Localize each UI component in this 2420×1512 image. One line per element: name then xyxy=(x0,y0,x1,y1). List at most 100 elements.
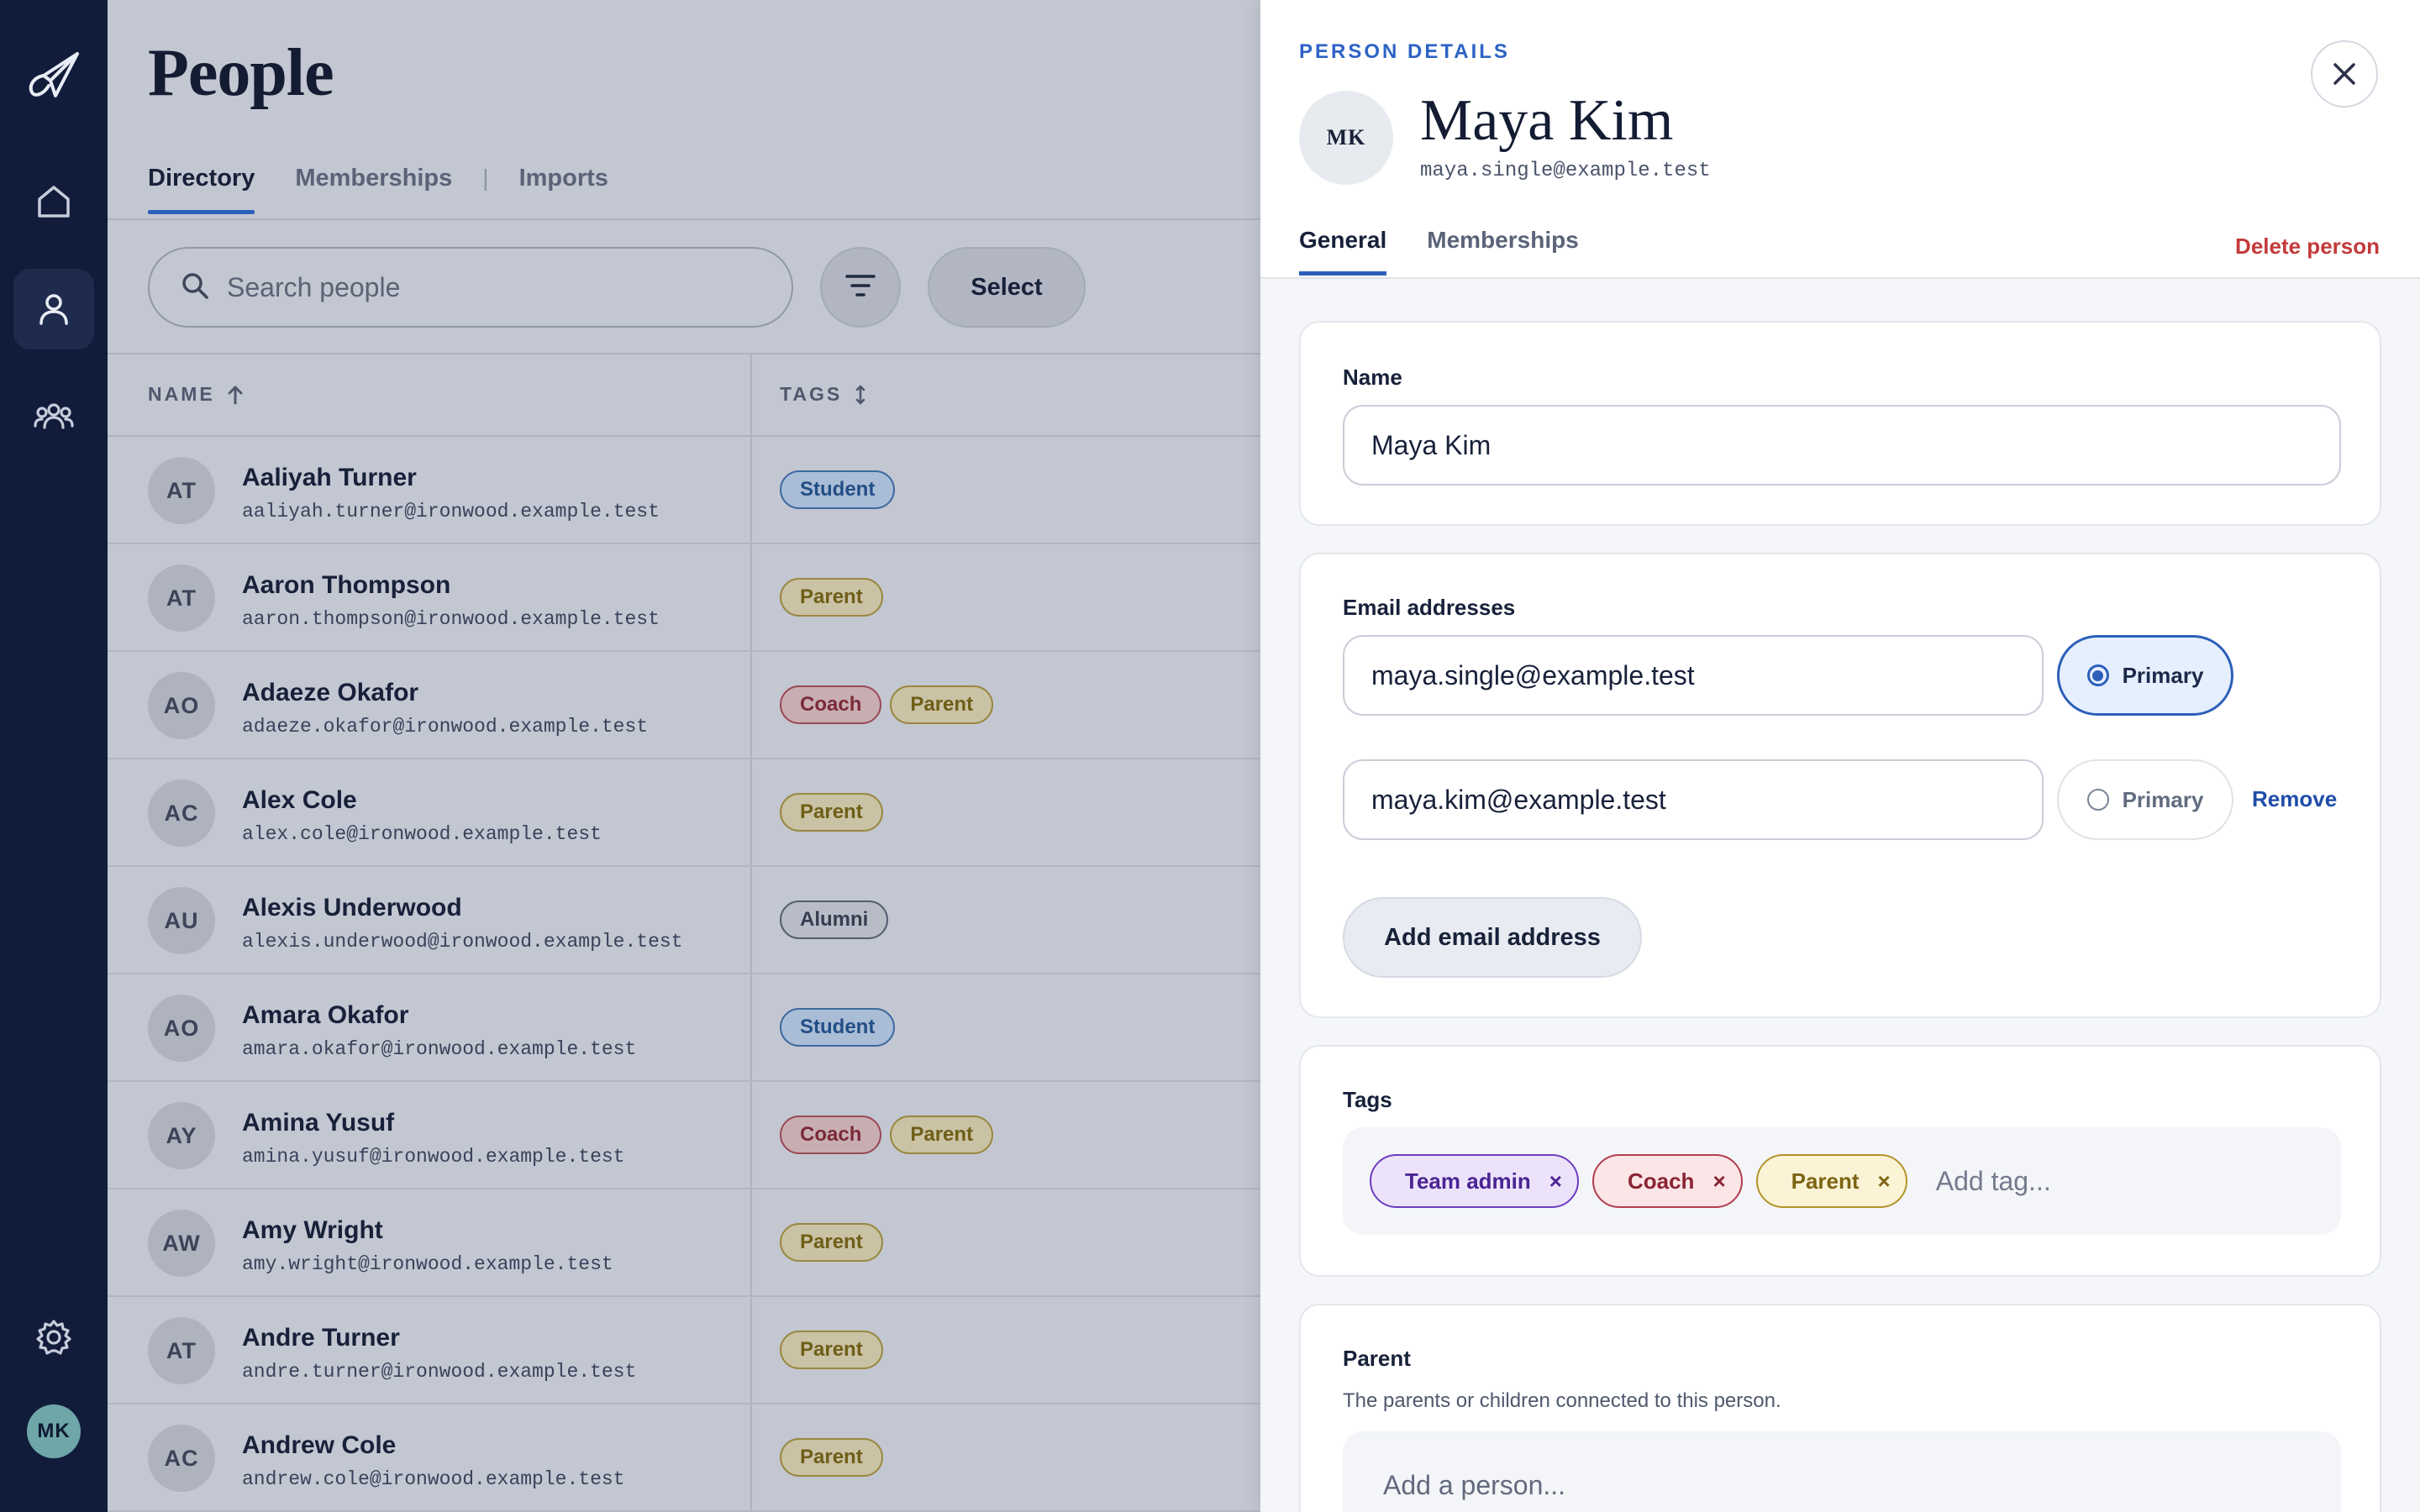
tag-list: Parent xyxy=(780,1438,883,1477)
tag-badge: Parent xyxy=(780,1438,883,1477)
drawer-tab-memberships[interactable]: Memberships xyxy=(1427,227,1579,274)
avatar: AO xyxy=(148,672,215,739)
paper-plane-logo[interactable] xyxy=(25,47,82,104)
tag-list: Alumni xyxy=(780,900,889,939)
filter-button[interactable] xyxy=(820,247,901,328)
select-button[interactable]: Select xyxy=(928,247,1086,328)
person-email: alexis.underwood@ironwood.example.test xyxy=(242,931,683,953)
tag-chip-label: Team admin xyxy=(1405,1168,1531,1194)
table-row[interactable]: AY Amina Yusuf amina.yusuf@ironwood.exampl… xyxy=(108,1082,1260,1189)
gear-icon[interactable] xyxy=(13,1297,94,1378)
tag-badge: Parent xyxy=(890,685,994,724)
person-email: aaliyah.turner@ironwood.example.test xyxy=(242,501,660,522)
email-card: Email addresses maya.single@example.test… xyxy=(1299,553,2381,1018)
tag-list: Coach Parent xyxy=(780,685,994,724)
tabs-divider xyxy=(108,218,1260,220)
table-row[interactable]: AC Andrew Cole andrew.cole@ironwood.exampl… xyxy=(108,1404,1260,1512)
add-email-button[interactable]: Add email address xyxy=(1343,897,1642,978)
tag-badge: Coach xyxy=(780,685,882,724)
tag-badge: Parent xyxy=(780,1223,883,1262)
add-person-input[interactable]: Add a person... xyxy=(1343,1431,2341,1512)
close-icon xyxy=(2333,63,2355,85)
person-email: alex.cole@ironwood.example.test xyxy=(242,823,602,845)
home-icon[interactable] xyxy=(13,161,94,242)
person-name: Adaeze Okafor xyxy=(242,679,419,706)
tag-list: Parent xyxy=(780,1223,883,1262)
avatar: AT xyxy=(148,457,215,524)
column-header-tags[interactable]: TAGS xyxy=(780,383,867,406)
table-row[interactable]: AO Amara Okafor amara.okafor@ironwood.exam… xyxy=(108,974,1260,1082)
drawer-eyebrow: PERSON DETAILS xyxy=(1299,40,1510,63)
page-title: People xyxy=(148,36,334,110)
person-email: amy.wright@ironwood.example.test xyxy=(242,1253,613,1275)
avatar: AU xyxy=(148,887,215,954)
table-row[interactable]: AW Amy Wright amy.wright@ironwood.example.… xyxy=(108,1189,1260,1297)
tag-badge: Student xyxy=(780,1008,896,1047)
email-field-2[interactable]: maya.kim@example.test xyxy=(1343,759,2044,840)
tag-badge: Parent xyxy=(780,578,883,617)
tag-chip-label: Parent xyxy=(1791,1168,1860,1194)
parent-card: Parent The parents or children connected… xyxy=(1299,1304,2381,1512)
tab-memberships[interactable]: Memberships xyxy=(295,165,452,214)
tag-badge: Coach xyxy=(780,1116,882,1154)
group-icon[interactable] xyxy=(13,376,94,457)
person-name: Aaliyah Turner xyxy=(242,464,417,491)
person-avatar: MK xyxy=(1299,91,1393,185)
person-email: andre.turner@ironwood.example.test xyxy=(242,1361,637,1383)
close-button[interactable] xyxy=(2311,40,2378,108)
search-input[interactable]: Search people xyxy=(148,247,793,328)
person-email: amina.yusuf@ironwood.example.test xyxy=(242,1146,625,1168)
tag-list: Coach Parent xyxy=(780,1116,994,1154)
column-header-name[interactable]: NAME xyxy=(148,383,244,406)
avatar: AY xyxy=(148,1102,215,1169)
people-directory: People Directory Memberships | Imports S… xyxy=(108,0,1260,1512)
table-row[interactable]: AU Alexis Underwood alexis.underwood@ironw… xyxy=(108,867,1260,974)
tag-chip-parent: Parent × xyxy=(1755,1154,1907,1208)
person-icon[interactable] xyxy=(13,269,94,349)
tab-separator: | xyxy=(482,165,489,191)
remove-tag-icon[interactable]: × xyxy=(1549,1168,1562,1194)
avatar: AW xyxy=(148,1210,215,1277)
tag-badge: Alumni xyxy=(780,900,889,939)
avatar: AT xyxy=(148,1317,215,1384)
table-row[interactable]: AT Aaliyah Turner aaliyah.turner@ironwood.… xyxy=(108,437,1260,544)
primary-radio-1[interactable]: Primary xyxy=(2057,635,2233,716)
table-row[interactable]: AT Aaron Thompson aaron.thompson@ironwood.… xyxy=(108,544,1260,652)
tag-list: Parent xyxy=(780,1331,883,1369)
tag-badge: Parent xyxy=(780,1331,883,1369)
table-row[interactable]: AO Adaeze Okafor adaeze.okafor@ironwood.ex… xyxy=(108,652,1260,759)
tab-directory[interactable]: Directory xyxy=(148,165,255,214)
remove-tag-icon[interactable]: × xyxy=(1878,1168,1891,1194)
person-name: Amina Yusuf xyxy=(242,1109,395,1137)
person-email: adaeze.okafor@ironwood.example.test xyxy=(242,716,649,738)
name-label: Name xyxy=(1343,365,1402,390)
person-name: Aaron Thompson xyxy=(242,571,451,599)
name-field[interactable]: Maya Kim xyxy=(1343,405,2341,486)
table-row[interactable]: AT Andre Turner andre.turner@ironwood.exam… xyxy=(108,1297,1260,1404)
person-email: amara.okafor@ironwood.example.test xyxy=(242,1038,637,1060)
tag-badge: Parent xyxy=(890,1116,994,1154)
search-placeholder: Search people xyxy=(227,271,401,302)
name-card: Name Maya Kim xyxy=(1299,321,2381,526)
delete-person-button[interactable]: Delete person xyxy=(2235,234,2380,260)
drawer-header: PERSON DETAILS MK Maya Kim maya.single@e… xyxy=(1260,0,2420,279)
tags-label: Tags xyxy=(1343,1087,1392,1112)
person-email: aaron.thompson@ironwood.example.test xyxy=(242,608,660,630)
remove-email-button[interactable]: Remove xyxy=(2252,786,2337,812)
remove-tag-icon[interactable]: × xyxy=(1712,1168,1725,1194)
table-row[interactable]: AC Alex Cole alex.cole@ironwood.example.te… xyxy=(108,759,1260,867)
drawer-tab-general[interactable]: General xyxy=(1299,227,1387,276)
add-tag-placeholder[interactable]: Add tag... xyxy=(1936,1166,2051,1197)
radio-unselected-icon xyxy=(2086,789,2109,811)
primary-label-1: Primary xyxy=(2122,662,2204,688)
email-field-1[interactable]: maya.single@example.test xyxy=(1343,635,2044,716)
sort-toggle-icon xyxy=(855,385,865,404)
primary-radio-2[interactable]: Primary xyxy=(2057,759,2233,840)
tags-input[interactable]: Team admin × Coach × Parent × Add tag... xyxy=(1343,1127,2341,1235)
tab-imports[interactable]: Imports xyxy=(519,165,608,214)
parent-label: Parent xyxy=(1343,1346,1411,1371)
page-tabs: Directory Memberships | Imports xyxy=(148,160,649,218)
avatar: AC xyxy=(148,1425,215,1492)
primary-label-2: Primary xyxy=(2122,786,2204,812)
user-avatar[interactable]: MK xyxy=(27,1404,81,1458)
